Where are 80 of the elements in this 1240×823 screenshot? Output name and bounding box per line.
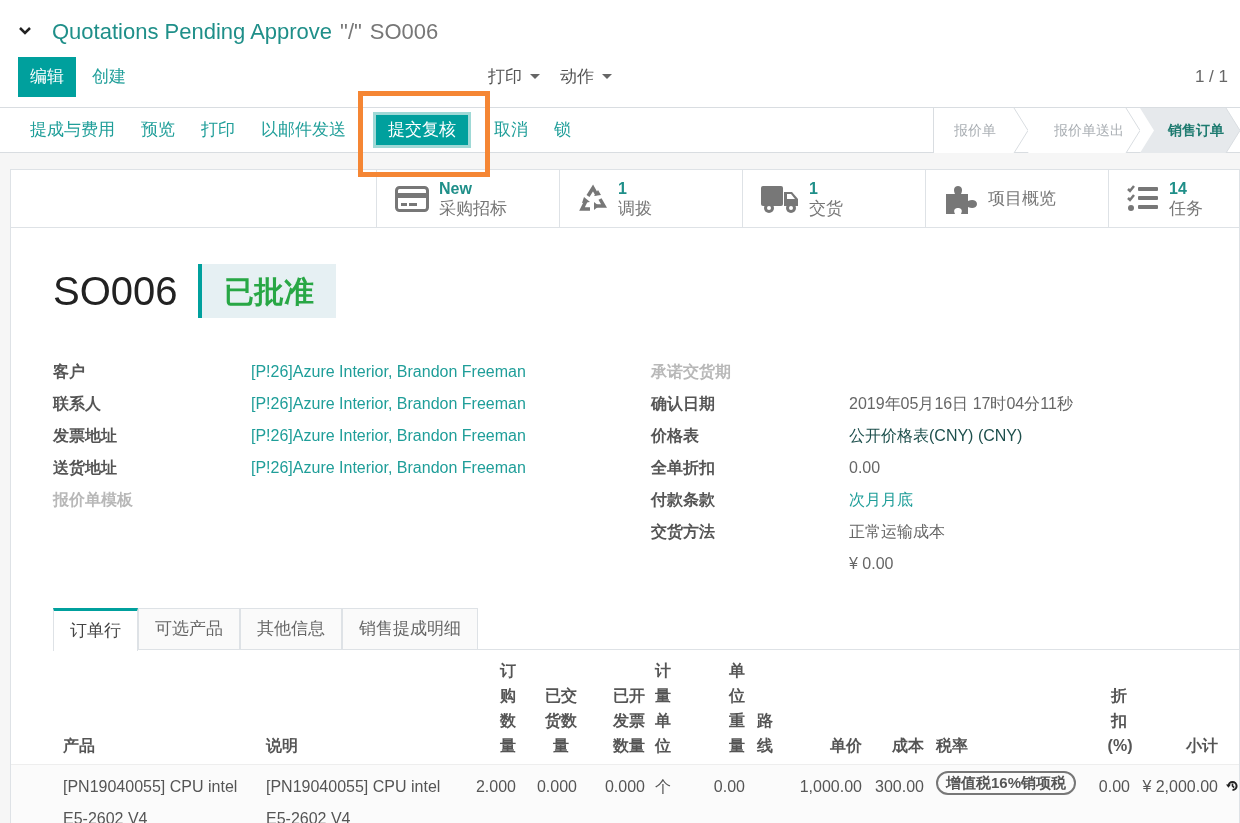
field-value: 2019年05月16日 17时04分11秒	[849, 394, 1073, 414]
column-header[interactable]: 成本	[892, 733, 924, 758]
field-label: 联系人	[53, 394, 102, 414]
smart-button[interactable]: 1 调拨	[559, 170, 742, 227]
dropdown-button[interactable]: 打印	[488, 63, 540, 90]
field-link[interactable]: [P!26]Azure Interior, Brandon Freeman	[251, 456, 526, 480]
tab[interactable]: 其他信息	[240, 608, 342, 650]
tab[interactable]: 可选产品	[138, 608, 240, 650]
column-header[interactable]: 路线	[757, 708, 773, 758]
column-header[interactable]: 折扣(%)	[1107, 683, 1130, 758]
create-button[interactable]: 创建	[84, 56, 134, 97]
column-header[interactable]: 说明	[266, 733, 298, 758]
state-badge: 已批准	[197, 264, 336, 318]
action-button[interactable]: 提成与费用	[30, 115, 115, 145]
tab[interactable]: 订单行	[53, 608, 138, 651]
table-cell-text: 2.000	[475, 777, 516, 797]
breadcrumb-current: SO006	[369, 17, 439, 46]
column-header[interactable]: 产品	[63, 733, 95, 758]
table-cell-text: 0.00	[713, 777, 745, 797]
smart-button[interactable]: 项目概览	[925, 170, 1108, 227]
field-value: 正常运输成本	[849, 522, 945, 542]
history-icon	[1226, 778, 1239, 794]
action-button[interactable]: 以邮件发送	[261, 115, 346, 145]
field-value: 公开价格表(CNY) (CNY)	[849, 426, 1023, 446]
dropdown-button[interactable]: 动作	[560, 63, 612, 90]
table-cell-text: 1,000.00	[799, 777, 862, 797]
column-header[interactable]: 计量单位	[655, 658, 671, 758]
checklist-icon	[1127, 184, 1159, 213]
credit-card-icon	[395, 185, 429, 212]
table-cell-text: 个	[655, 777, 671, 797]
chevron-down-icon[interactable]	[18, 26, 32, 36]
table-cell-text: 0.00	[1098, 777, 1130, 797]
recycle-icon	[578, 183, 608, 214]
field-label: 发票地址	[53, 426, 118, 446]
action-button[interactable]: 提交复核	[376, 115, 468, 145]
smart-button[interactable]: 1 交货	[742, 170, 925, 227]
field-link[interactable]: [P!26]Azure Interior, Brandon Freeman	[251, 360, 526, 384]
table-cell-text: 0.000	[604, 777, 645, 797]
puzzle-icon	[944, 183, 978, 214]
breadcrumb-link[interactable]: Quotations Pending Approve	[52, 14, 333, 48]
column-header[interactable]: 单位重量	[729, 658, 745, 758]
edit-button[interactable]: 编辑	[18, 56, 76, 97]
column-header[interactable]: 税率	[936, 733, 968, 758]
field-label: 付款条款	[651, 490, 716, 510]
status-stage[interactable]: 销售订单	[1140, 108, 1240, 152]
pager: 1 / 1	[1194, 65, 1228, 88]
smart-button[interactable]: New 采购招标	[376, 170, 559, 227]
field-label: 交货方法	[651, 522, 716, 543]
column-header[interactable]: 单价	[830, 733, 862, 758]
field-label: 客户	[53, 362, 86, 382]
column-header[interactable]: 已开发票数量	[613, 683, 645, 758]
truck-icon	[761, 183, 799, 214]
field-label: 报价单模板	[53, 490, 134, 510]
field-link[interactable]: [P!26]Azure Interior, Brandon Freeman	[251, 392, 526, 416]
field-label: 全单折扣	[651, 458, 716, 478]
field-value: ¥ 0.00	[849, 554, 894, 574]
field-label: 价格表	[651, 426, 700, 446]
field-link[interactable]: [P!26]Azure Interior, Brandon Freeman	[251, 424, 526, 448]
table-cell-text: ¥ 2,000.00	[1142, 777, 1218, 797]
smart-button[interactable]: 14 任务	[1108, 170, 1240, 227]
field-label: 确认日期	[651, 394, 716, 414]
field-label: 送货地址	[53, 458, 118, 479]
order-title: SO006	[53, 268, 178, 315]
tax-tag: 增值税16%销项税	[936, 771, 1077, 795]
action-button[interactable]: 锁	[554, 115, 571, 145]
breadcrumb-separator: "/"	[340, 17, 362, 46]
tab[interactable]: 销售提成明细	[342, 608, 478, 650]
caret-icon	[602, 73, 612, 80]
field-value: 0.00	[849, 458, 881, 478]
column-header[interactable]: 订购数量	[500, 658, 516, 758]
caret-icon	[530, 73, 540, 80]
table-cell-text: 0.000	[536, 777, 577, 797]
action-button[interactable]: 取消	[494, 115, 528, 145]
field-link[interactable]: 次月月底	[849, 488, 913, 512]
action-button[interactable]: 打印	[201, 115, 235, 145]
field-label: 承诺交货期	[651, 362, 732, 383]
column-header[interactable]: 已交货数量	[545, 683, 577, 758]
column-header[interactable]: 小计	[1186, 733, 1218, 758]
action-button[interactable]: 预览	[141, 115, 175, 145]
table-cell-text: 300.00	[875, 777, 924, 797]
